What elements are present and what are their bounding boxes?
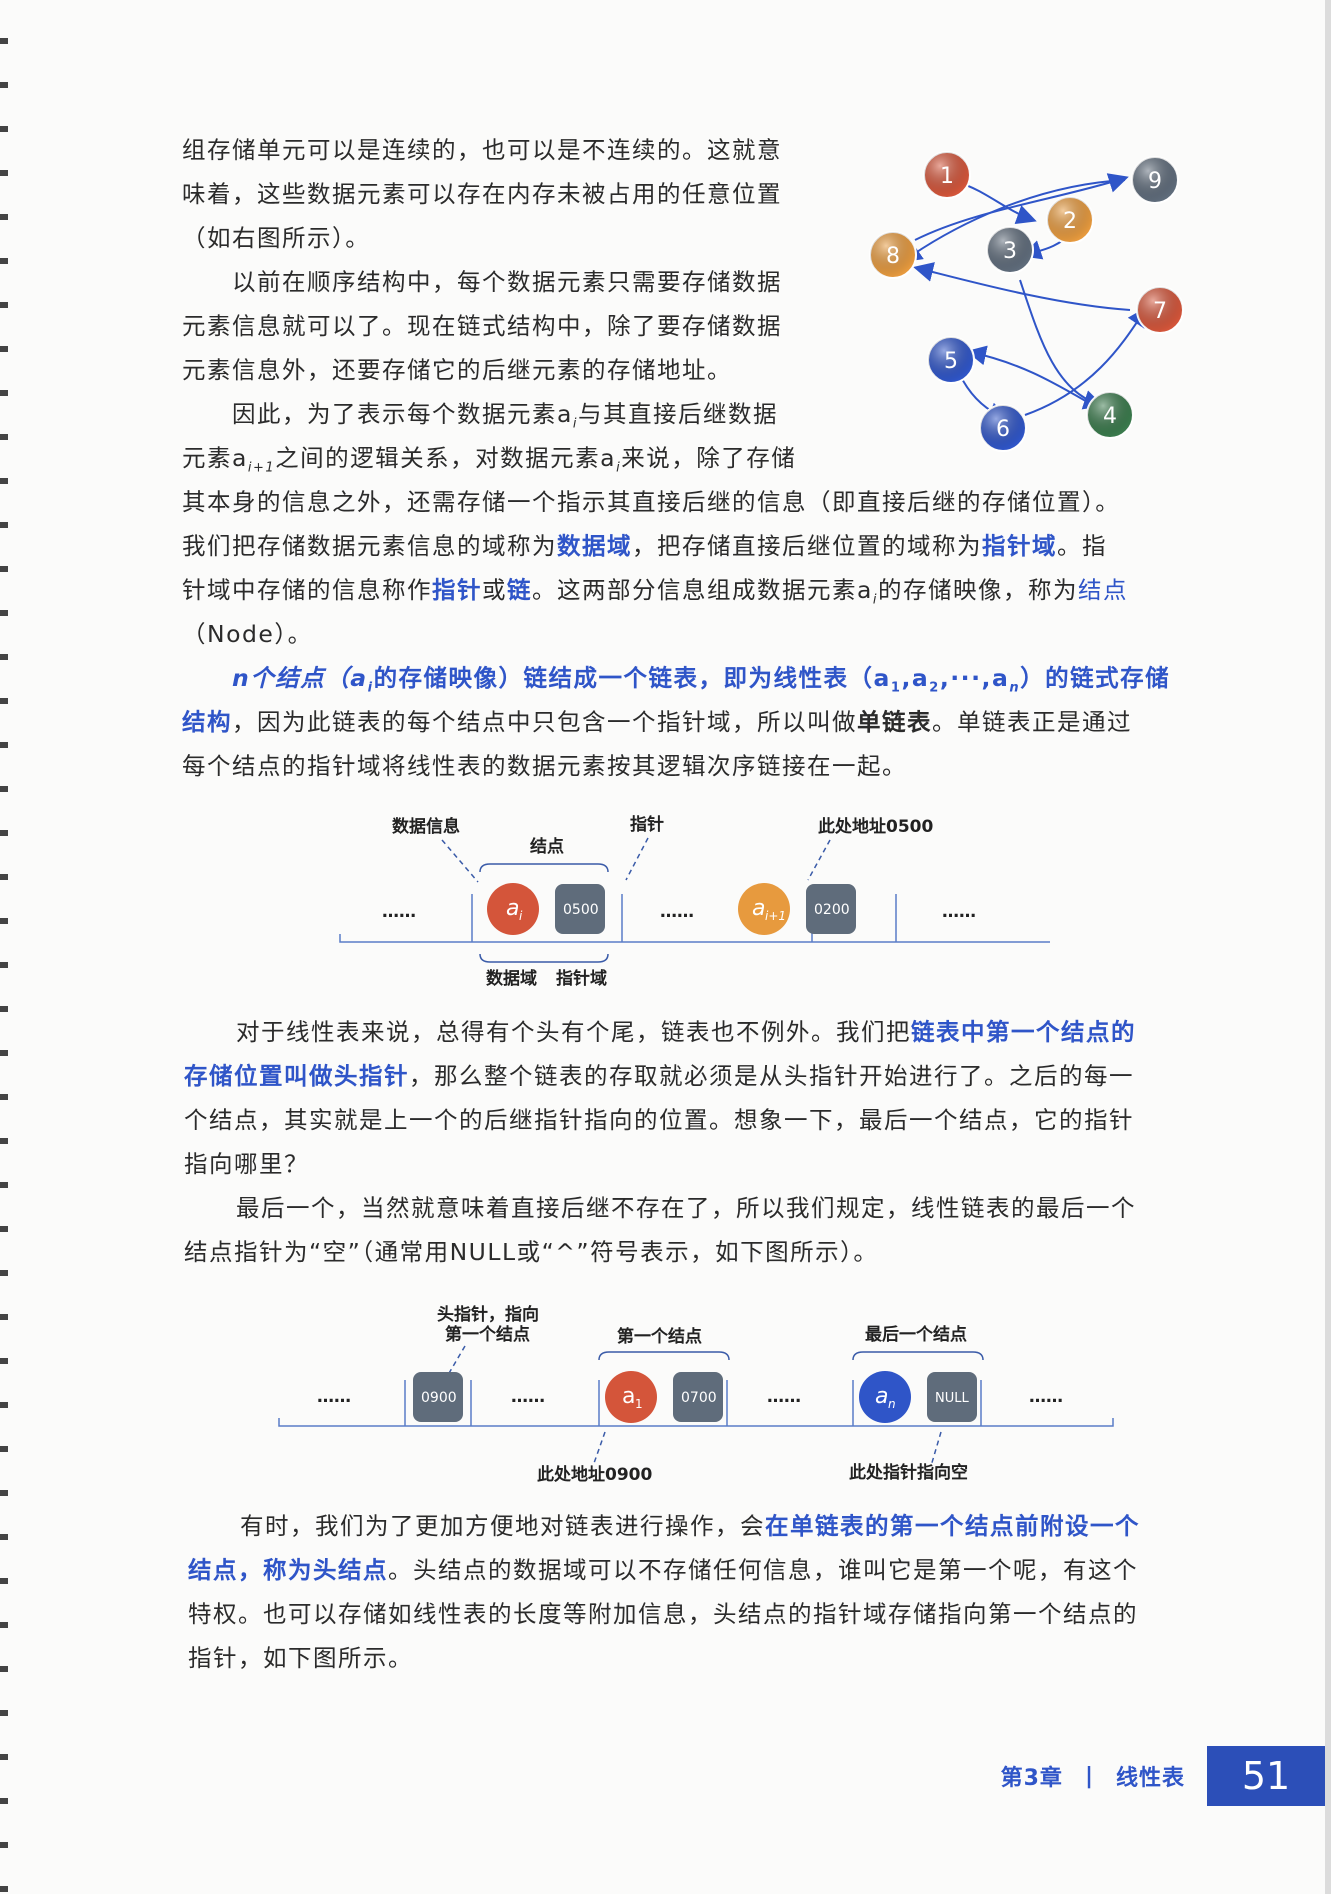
para7-line3: 特权。也可以存储如线性表的长度等附加信息，头结点的指针域存储指向第一个结点的 bbox=[188, 1600, 1138, 1628]
svg-text:2: 2 bbox=[1063, 209, 1077, 234]
linked-node-figure: 数据信息 结点 指针 此处地址0500 …… a i 0500 …… a i+1… bbox=[339, 814, 1050, 989]
graph-node-2: 2 bbox=[1046, 196, 1094, 244]
para4-line2: 结构，因为此链表的每个结点中只包含一个指针域，所以叫做单链表。单链表正是通过 bbox=[182, 708, 1132, 736]
scattered-nodes-figure: 1 9 2 3 8 7 5 4 6 bbox=[869, 151, 1184, 452]
svg-text:3: 3 bbox=[1003, 239, 1017, 264]
graph-node-1: 1 bbox=[923, 151, 971, 199]
label-data-info: 数据信息 bbox=[392, 816, 460, 837]
dots-c: …… bbox=[767, 1387, 801, 1407]
label-head-pointer-1: 头指针，指向 bbox=[437, 1304, 539, 1325]
page-edge bbox=[1325, 0, 1331, 1894]
para2-line2: 元素信息就可以了。现在链式结构中，除了要存储数据 bbox=[182, 312, 782, 340]
svg-text:NULL: NULL bbox=[935, 1391, 969, 1406]
footer-separator: | bbox=[1084, 1763, 1094, 1789]
para1-line2: 味着，这些数据元素可以存在内存未被占用的任意位置 bbox=[182, 180, 782, 208]
para7-line1: 有时，我们为了更加方便地对链表进行操作，会在单链表的第一个结点前附设一个 bbox=[240, 1512, 1140, 1540]
svg-text:a: a bbox=[752, 896, 765, 921]
para5-line1: 对于线性表来说，总得有个头有个尾，链表也不例外。我们把链表中第一个结点的 bbox=[236, 1018, 1136, 1046]
svg-text:0900: 0900 bbox=[421, 1390, 457, 1406]
graph-node-3: 3 bbox=[986, 226, 1034, 274]
para2-line3: 元素信息外，还要存储它的后继元素的存储地址。 bbox=[182, 356, 732, 384]
para7-line2: 结点，称为头结点。头结点的数据域可以不存储任何信息，谁叫它是第一个呢，有这个 bbox=[188, 1556, 1138, 1584]
label-addr-0900: 此处地址0900 bbox=[537, 1464, 652, 1485]
label-pointer: 指针 bbox=[630, 814, 664, 835]
svg-text:0500: 0500 bbox=[563, 902, 599, 918]
svg-text:4: 4 bbox=[1103, 404, 1117, 429]
dots-d: …… bbox=[1029, 1387, 1063, 1407]
svg-text:5: 5 bbox=[944, 349, 958, 374]
para5-line3: 个结点，其实就是上一个的后继指针指向的位置。想象一下，最后一个结点，它的指针 bbox=[184, 1106, 1134, 1134]
graph-node-6: 6 bbox=[979, 404, 1027, 452]
dots-3: …… bbox=[942, 902, 976, 922]
dots-1: …… bbox=[382, 902, 416, 922]
svg-text:1: 1 bbox=[635, 1397, 643, 1411]
label-null-pointer: 此处指针指向空 bbox=[849, 1462, 968, 1483]
svg-text:n: n bbox=[888, 1397, 896, 1411]
label-data-field: 数据域 bbox=[486, 968, 537, 989]
svg-text:1: 1 bbox=[940, 164, 954, 189]
dots-2: …… bbox=[660, 902, 694, 922]
svg-text:6: 6 bbox=[996, 417, 1010, 442]
svg-text:0700: 0700 bbox=[681, 1390, 717, 1406]
svg-text:9: 9 bbox=[1148, 169, 1162, 194]
svg-text:7: 7 bbox=[1153, 299, 1167, 324]
label-pointer-field: 指针域 bbox=[556, 968, 607, 989]
graph-node-7: 7 bbox=[1136, 286, 1184, 334]
label-node: 结点 bbox=[530, 836, 564, 857]
graph-node-5: 5 bbox=[927, 336, 975, 384]
binding-edge bbox=[0, 0, 8, 1894]
dots-a: …… bbox=[317, 1387, 351, 1407]
para2-line1: 以前在顺序结构中，每个数据元素只需要存储数据 bbox=[232, 268, 782, 296]
para3-line5: 针域中存储的信息称作指针或链。这两部分信息组成数据元素ai的存储映像，称为结点 bbox=[182, 576, 1129, 608]
para3-line6: （Node）。 bbox=[182, 620, 313, 648]
label-last-node: 最后一个结点 bbox=[865, 1324, 967, 1345]
svg-text:i+1: i+1 bbox=[765, 909, 786, 923]
label-addr-0500: 此处地址0500 bbox=[818, 816, 933, 837]
svg-text:a: a bbox=[506, 896, 519, 921]
head-pointer-figure: 头指针，指向 第一个结点 第一个结点 最后一个结点 …… 0900 …… a 1… bbox=[278, 1304, 1114, 1485]
para5-line2: 存储位置叫做头指针，那么整个链表的存取就必须是从头指针开始进行了。之后的每一 bbox=[184, 1062, 1134, 1090]
para6-line1: 最后一个，当然就意味着直接后继不存在了，所以我们规定，线性链表的最后一个 bbox=[236, 1194, 1136, 1222]
graph-node-9: 9 bbox=[1131, 156, 1179, 204]
svg-text:a: a bbox=[875, 1384, 888, 1409]
label-head-pointer-2: 第一个结点 bbox=[445, 1324, 530, 1345]
para1-line3: （如右图所示）。 bbox=[182, 224, 371, 252]
para5-line4: 指向哪里？ bbox=[184, 1150, 309, 1178]
dots-b: …… bbox=[511, 1387, 545, 1407]
page-footer: 第3章 | 线性表 51 bbox=[1001, 1746, 1325, 1806]
page-number: 51 bbox=[1207, 1746, 1325, 1806]
footer-chapter: 第3章 bbox=[1000, 1766, 1063, 1791]
para3-line4: 我们把存储数据元素信息的域称为数据域，把存储直接后继位置的域称为指针域。指 bbox=[182, 532, 1107, 560]
para7-line4: 指针，如下图所示。 bbox=[188, 1644, 413, 1672]
para6-line2: 结点指针为“空”（通常用NULL或“^”符号表示，如下图所示）。 bbox=[184, 1238, 879, 1266]
para1-line1: 组存储单元可以是连续的，也可以是不连续的。这就意 bbox=[182, 136, 782, 164]
footer-title: 线性表 bbox=[1115, 1766, 1185, 1791]
label-first-node: 第一个结点 bbox=[617, 1326, 702, 1347]
graph-node-8: 8 bbox=[869, 231, 917, 279]
graph-node-4: 4 bbox=[1086, 391, 1134, 439]
svg-text:0200: 0200 bbox=[814, 902, 850, 918]
para3-line3: 其本身的信息之外，还需存储一个指示其直接后继的信息（即直接后继的存储位置）。 bbox=[182, 488, 1121, 516]
page: 组存储单元可以是连续的，也可以是不连续的。这就意 味着，这些数据元素可以存在内存… bbox=[0, 0, 1331, 1894]
svg-text:a: a bbox=[622, 1384, 635, 1409]
para4-line3: 每个结点的指针域将线性表的数据元素按其逻辑次序链接在一起。 bbox=[182, 752, 907, 780]
svg-text:8: 8 bbox=[886, 244, 900, 269]
